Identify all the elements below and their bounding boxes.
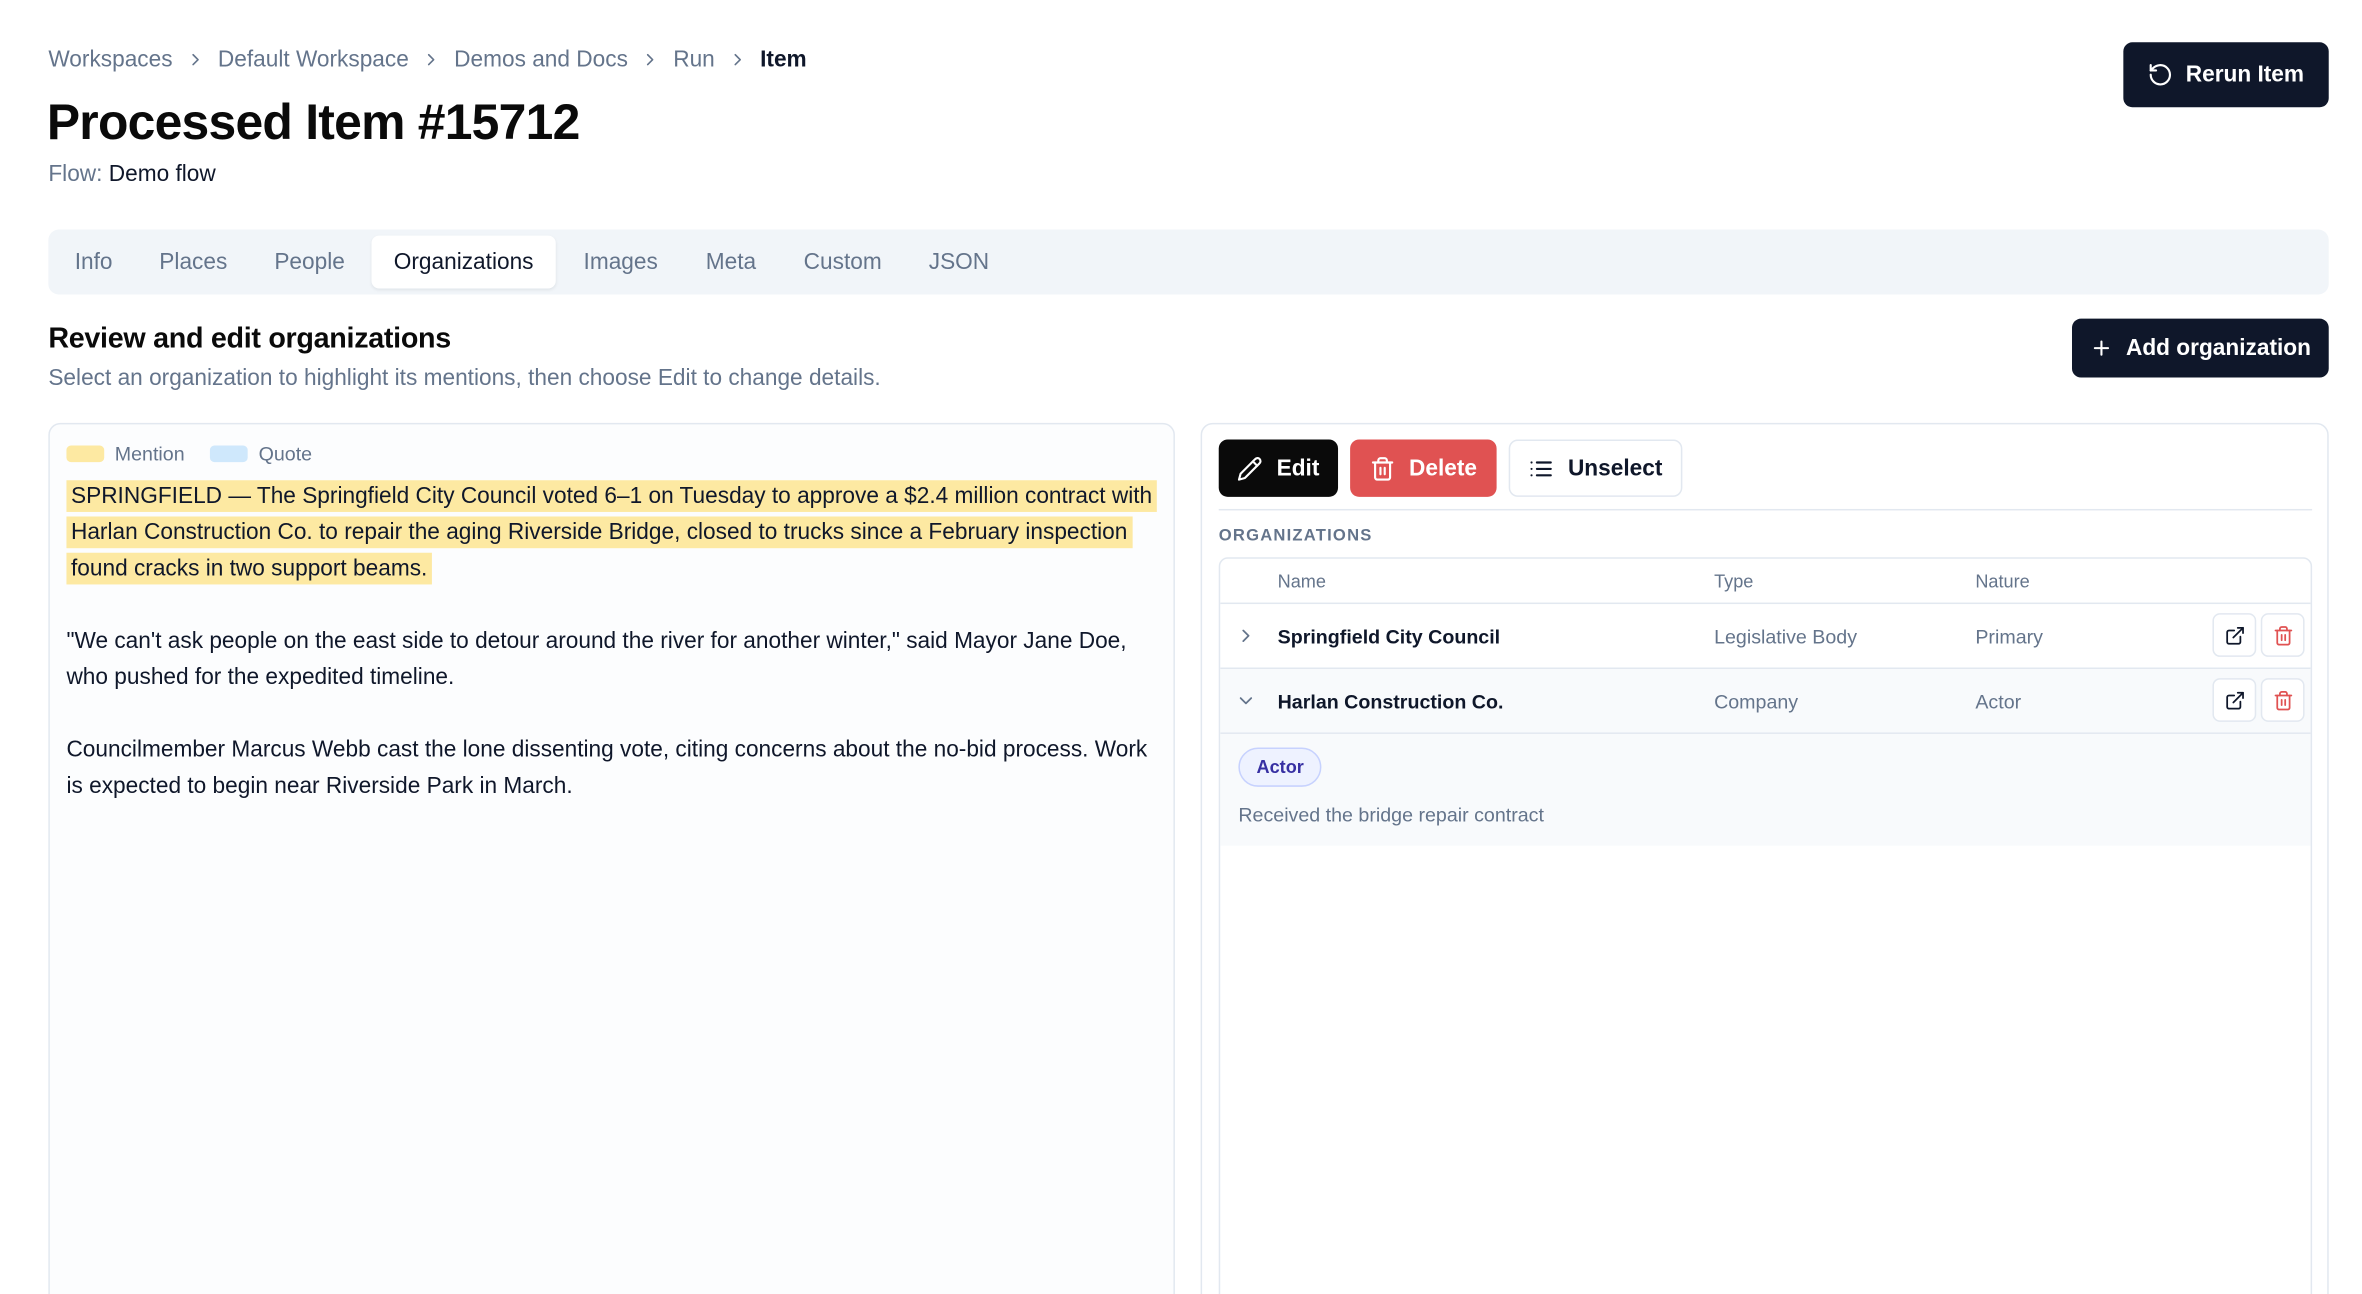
section-subtitle: Select an organization to highlight its …	[48, 365, 881, 392]
open-organization-button[interactable]	[2212, 613, 2257, 657]
organization-detail: Actor Received the bridge repair contrac…	[1220, 733, 2311, 846]
trash-icon	[1371, 456, 1394, 480]
open-organization-button[interactable]	[2212, 678, 2257, 722]
trash-icon	[2273, 625, 2292, 645]
tab-info[interactable]: Info	[54, 236, 133, 289]
edit-button[interactable]: Edit	[1218, 439, 1339, 497]
breadcrumb-default-workspace[interactable]: Default Workspace	[218, 46, 409, 72]
tab-custom[interactable]: Custom	[782, 236, 903, 289]
tab-images[interactable]: Images	[562, 236, 680, 289]
flow-label: Flow:	[48, 161, 103, 188]
tab-meta[interactable]: Meta	[686, 236, 777, 289]
column-header-name: Name	[1277, 570, 1326, 592]
unselect-button[interactable]: Unselect	[1508, 439, 1683, 497]
flow-line: Flow: Demo flow	[48, 162, 215, 188]
add-organization-button[interactable]: Add organization	[2071, 318, 2329, 378]
edit-label: Edit	[1276, 455, 1320, 481]
tab-people[interactable]: People	[254, 236, 366, 289]
add-organization-label: Add organization	[2125, 335, 2311, 361]
article-paragraph: "We can't ask people on the east side to…	[66, 628, 1127, 691]
chevron-right-icon[interactable]	[1235, 625, 1256, 646]
org-nature: Actor	[1975, 690, 2022, 713]
page-title: Processed Item #15712	[46, 93, 580, 150]
section-title: Review and edit organizations	[48, 323, 451, 355]
chevron-right-icon	[628, 45, 673, 72]
external-link-icon	[2225, 626, 2244, 644]
article-paragraph: Councilmember Marcus Webb cast the lone …	[66, 736, 1148, 799]
tab-json[interactable]: JSON	[909, 236, 1009, 289]
delete-organization-button[interactable]	[2260, 613, 2305, 657]
flow-value: Demo flow	[108, 161, 216, 188]
article-text: SPRINGFIELD — The Springfield City Counc…	[66, 479, 1157, 841]
unselect-label: Unselect	[1567, 455, 1663, 481]
chevron-down-icon[interactable]	[1235, 690, 1256, 711]
table-row[interactable]: Springfield City Council Legislative Bod…	[1220, 604, 2311, 670]
rerun-item-button[interactable]: Rerun Item	[2123, 42, 2329, 108]
article-panel: Mention Quote SPRINGFIELD — The Springfi…	[48, 422, 1175, 1294]
action-bar: Edit Delete Unselect	[1218, 439, 1683, 497]
tab-organizations[interactable]: Organizations	[371, 235, 556, 289]
page: Workspaces Default Workspace Demos and D…	[0, 0, 2362, 1294]
org-nature: Primary	[1975, 625, 2043, 648]
delete-label: Delete	[1408, 455, 1477, 481]
nature-badge: Actor	[1238, 747, 1322, 787]
table-header: Name Type Nature	[1220, 559, 2311, 605]
breadcrumb-item: Item	[760, 46, 807, 72]
quote-swatch	[210, 445, 249, 463]
delete-button[interactable]: Delete	[1350, 439, 1497, 497]
rerun-item-label: Rerun Item	[2185, 61, 2305, 88]
list-icon	[1530, 460, 1553, 476]
organization-description: Received the bridge repair contract	[1238, 803, 1544, 827]
tab-bar: Info Places People Organizations Images …	[48, 229, 2329, 295]
article-paragraph: SPRINGFIELD — The Springfield City Counc…	[66, 479, 1157, 588]
external-link-icon	[2225, 691, 2244, 709]
breadcrumb-demos-and-docs[interactable]: Demos and Docs	[454, 46, 628, 72]
chevron-right-icon	[715, 45, 760, 72]
mention-swatch	[66, 445, 105, 463]
divider	[1218, 508, 2313, 511]
rotate-ccw-icon	[2150, 64, 2172, 86]
org-type: Legislative Body	[1714, 625, 1858, 648]
breadcrumb: Workspaces Default Workspace Demos and D…	[48, 45, 806, 72]
org-name: Springfield City Council	[1277, 625, 1501, 648]
legend-quote: Quote	[210, 442, 312, 465]
legend-mention: Mention	[66, 442, 185, 466]
mention-label: Mention	[114, 442, 185, 466]
column-header-type: Type	[1714, 570, 1754, 592]
breadcrumb-workspaces[interactable]: Workspaces	[48, 46, 172, 72]
mention-highlight[interactable]: SPRINGFIELD — The Springfield City Counc…	[66, 480, 1157, 585]
organizations-panel: Edit Delete Unselect ORGANIZATIONS Name …	[1200, 422, 2329, 1294]
breadcrumb-run[interactable]: Run	[673, 46, 715, 72]
chevron-right-icon	[409, 45, 454, 72]
organizations-heading: ORGANIZATIONS	[1218, 527, 1373, 546]
org-type: Company	[1714, 690, 1799, 713]
organizations-table: Name Type Nature Springfield City Counci…	[1218, 557, 2313, 1294]
chevron-right-icon	[173, 45, 218, 72]
delete-organization-button[interactable]	[2260, 678, 2305, 722]
table-row-selected[interactable]: Harlan Construction Co. Company Actor	[1220, 669, 2311, 734]
highlight-legend: Mention Quote	[66, 442, 337, 465]
pencil-icon	[1238, 456, 1263, 480]
org-name: Harlan Construction Co.	[1277, 690, 1504, 713]
column-header-nature: Nature	[1975, 570, 2030, 592]
trash-icon	[2273, 690, 2292, 710]
quote-label: Quote	[258, 442, 313, 466]
tab-places[interactable]: Places	[139, 236, 248, 289]
plus-icon	[2093, 340, 2109, 356]
